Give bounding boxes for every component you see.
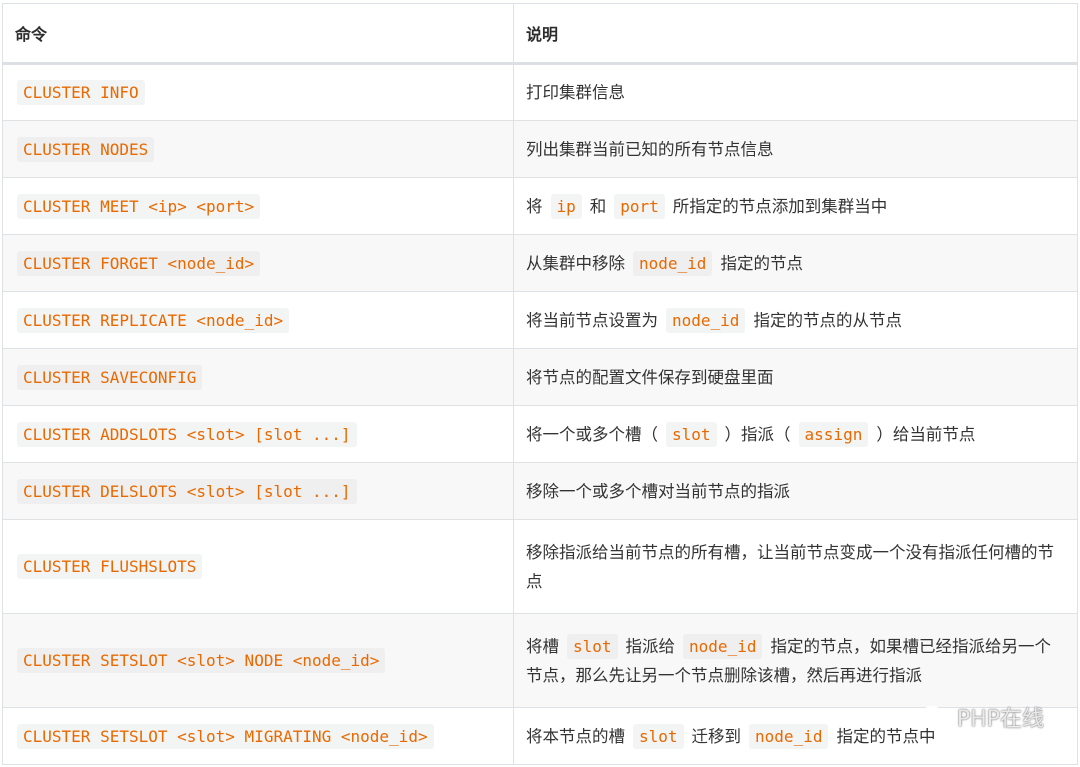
description-cell: 将槽 slot 指派给 node_id 指定的节点，如果槽已经指派给另一个节点，那么先让… (513, 613, 1078, 708)
table-row: CLUSTER FLUSHSLOTS 移除指派给当前节点的所有槽，让当前节点变成一… (2, 519, 1078, 614)
table-header: 命令 说明 (2, 3, 1078, 65)
command-code: CLUSTER FLUSHSLOTS (17, 554, 203, 579)
description-cell: 将当前节点设置为 node_id 指定的节点的从节点 (513, 291, 1078, 349)
description-text: 迁移到 (691, 726, 742, 746)
description-text: 指定的节点中 (836, 726, 936, 746)
description-text: 和 (589, 196, 607, 216)
table-body: CLUSTER INFO 打印集群信息 CLUSTER NODES 列出集群当前已知的… (2, 63, 1078, 765)
description-cell: 移除指派给当前节点的所有槽，让当前节点变成一个没有指派任何槽的节点 (513, 519, 1078, 614)
command-code: CLUSTER NODES (17, 136, 155, 162)
table-row: CLUSTER SAVECONFIG 将节点的配置文件保存到硬盘里面 (2, 348, 1078, 406)
command-cell: CLUSTER SAVECONFIG (2, 348, 514, 406)
command-cell: CLUSTER MEET <ip> <port> (2, 177, 514, 235)
description-cell: 将本节点的槽 slot 迁移到 node_id 指定的节点中 (513, 707, 1078, 765)
command-code: CLUSTER MEET <ip> <port> (17, 193, 261, 219)
description-text: 将当前节点设置为 (526, 310, 658, 330)
command-code: CLUSTER SETSLOT <slot> MIGRATING <node_i… (17, 723, 434, 749)
description-cell: 列出集群当前已知的所有节点信息 (513, 120, 1078, 178)
command-code: CLUSTER INFO (17, 80, 145, 105)
command-code: CLUSTER ADDSLOTS <slot> [slot ...] (17, 421, 357, 447)
inline-code: node_id (633, 250, 713, 276)
command-cell: CLUSTER DELSLOTS <slot> [slot ...] (2, 462, 514, 520)
description-text: 指定的节点 (720, 253, 803, 273)
command-cell: CLUSTER FORGET <node_id> (2, 234, 514, 292)
description-text: 将一个或多个槽（ (526, 424, 658, 444)
description-text: 移除一个或多个槽对当前节点的指派 (526, 481, 790, 501)
table-row: CLUSTER REPLICATE <node_id> 将当前节点设置为 node_… (2, 291, 1078, 349)
command-code: CLUSTER DELSLOTS <slot> [slot ...] (17, 478, 357, 504)
description-cell: 从集群中移除 node_id 指定的节点 (513, 234, 1078, 292)
description-text: 将 (526, 196, 543, 216)
header-command: 命令 (2, 3, 514, 65)
command-cell: CLUSTER SETSLOT <slot> NODE <node_id> (2, 613, 514, 708)
table-row: CLUSTER SETSLOT <slot> NODE <node_id> 将槽 s… (2, 613, 1078, 708)
header-description: 说明 (513, 3, 1078, 65)
description-text: 移除指派给当前节点的所有槽，让当前节点变成一个没有指派任何槽的节点 (526, 542, 1054, 591)
inline-code: ip (550, 193, 582, 219)
inline-code: node_id (666, 307, 746, 333)
command-cell: CLUSTER SETSLOT <slot> MIGRATING <node_i… (2, 707, 514, 765)
table-row: CLUSTER FORGET <node_id> 从集群中移除 node_id 指定的… (2, 234, 1078, 292)
header-row: 命令 说明 (2, 3, 1078, 65)
description-text: 将槽 (526, 636, 559, 656)
page: 命令 说明 CLUSTER INFO 打印集群信息 CLUSTER NODES 列出集… (0, 0, 1080, 767)
command-cell: CLUSTER REPLICATE <node_id> (2, 291, 514, 349)
command-cell: CLUSTER ADDSLOTS <slot> [slot ...] (2, 405, 514, 463)
description-text: ）给当前节点 (876, 424, 976, 444)
inline-code: port (614, 193, 665, 219)
description-text: 指派给 (625, 636, 676, 656)
description-text: 列出集群当前已知的所有节点信息 (526, 139, 774, 159)
description-text: 打印集群信息 (526, 83, 625, 102)
inline-code: node_id (683, 633, 763, 659)
description-text: 从集群中移除 (526, 253, 625, 273)
description-text: 所指定的节点添加到集群当中 (672, 196, 888, 216)
description-text: 指定的节点的从节点 (753, 310, 902, 330)
inline-code: node_id (749, 723, 829, 749)
command-code: CLUSTER FORGET <node_id> (17, 250, 261, 276)
command-cell: CLUSTER FLUSHSLOTS (2, 519, 514, 614)
description-cell: 将 ip 和 port 所指定的节点添加到集群当中 (513, 177, 1078, 235)
table-row: CLUSTER INFO 打印集群信息 (2, 63, 1078, 121)
command-cell: CLUSTER NODES (2, 120, 514, 178)
command-code: CLUSTER REPLICATE <node_id> (17, 307, 290, 333)
inline-code: slot (633, 723, 684, 749)
inline-code: slot (567, 633, 618, 659)
description-cell: 移除一个或多个槽对当前节点的指派 (513, 462, 1078, 520)
inline-code: slot (666, 421, 717, 447)
table-row: CLUSTER ADDSLOTS <slot> [slot ...] 将一个或多个… (2, 405, 1078, 463)
command-code: CLUSTER SETSLOT <slot> NODE <node_id> (17, 648, 386, 673)
command-cell: CLUSTER INFO (2, 63, 514, 121)
table-row: CLUSTER NODES 列出集群当前已知的所有节点信息 (2, 120, 1078, 178)
inline-code: assign (798, 421, 869, 447)
table-row: CLUSTER DELSLOTS <slot> [slot ...] 移除一个或多… (2, 462, 1078, 520)
description-cell: 将一个或多个槽（ slot ）指派（ assign ）给当前节点 (513, 405, 1078, 463)
table-row: CLUSTER MEET <ip> <port> 将 ip 和 port 所指定的节点添加… (2, 177, 1078, 235)
description-text: ）指派（ (724, 424, 791, 444)
table-row: CLUSTER SETSLOT <slot> MIGRATING <node_i… (2, 707, 1078, 765)
description-cell: 将节点的配置文件保存到硬盘里面 (513, 348, 1078, 406)
description-cell: 打印集群信息 (513, 63, 1078, 121)
description-text: 将本节点的槽 (526, 726, 625, 746)
description-text: 将节点的配置文件保存到硬盘里面 (526, 367, 774, 387)
cluster-commands-table: 命令 说明 CLUSTER INFO 打印集群信息 CLUSTER NODES 列出集… (2, 3, 1078, 765)
command-code: CLUSTER SAVECONFIG (17, 364, 203, 390)
